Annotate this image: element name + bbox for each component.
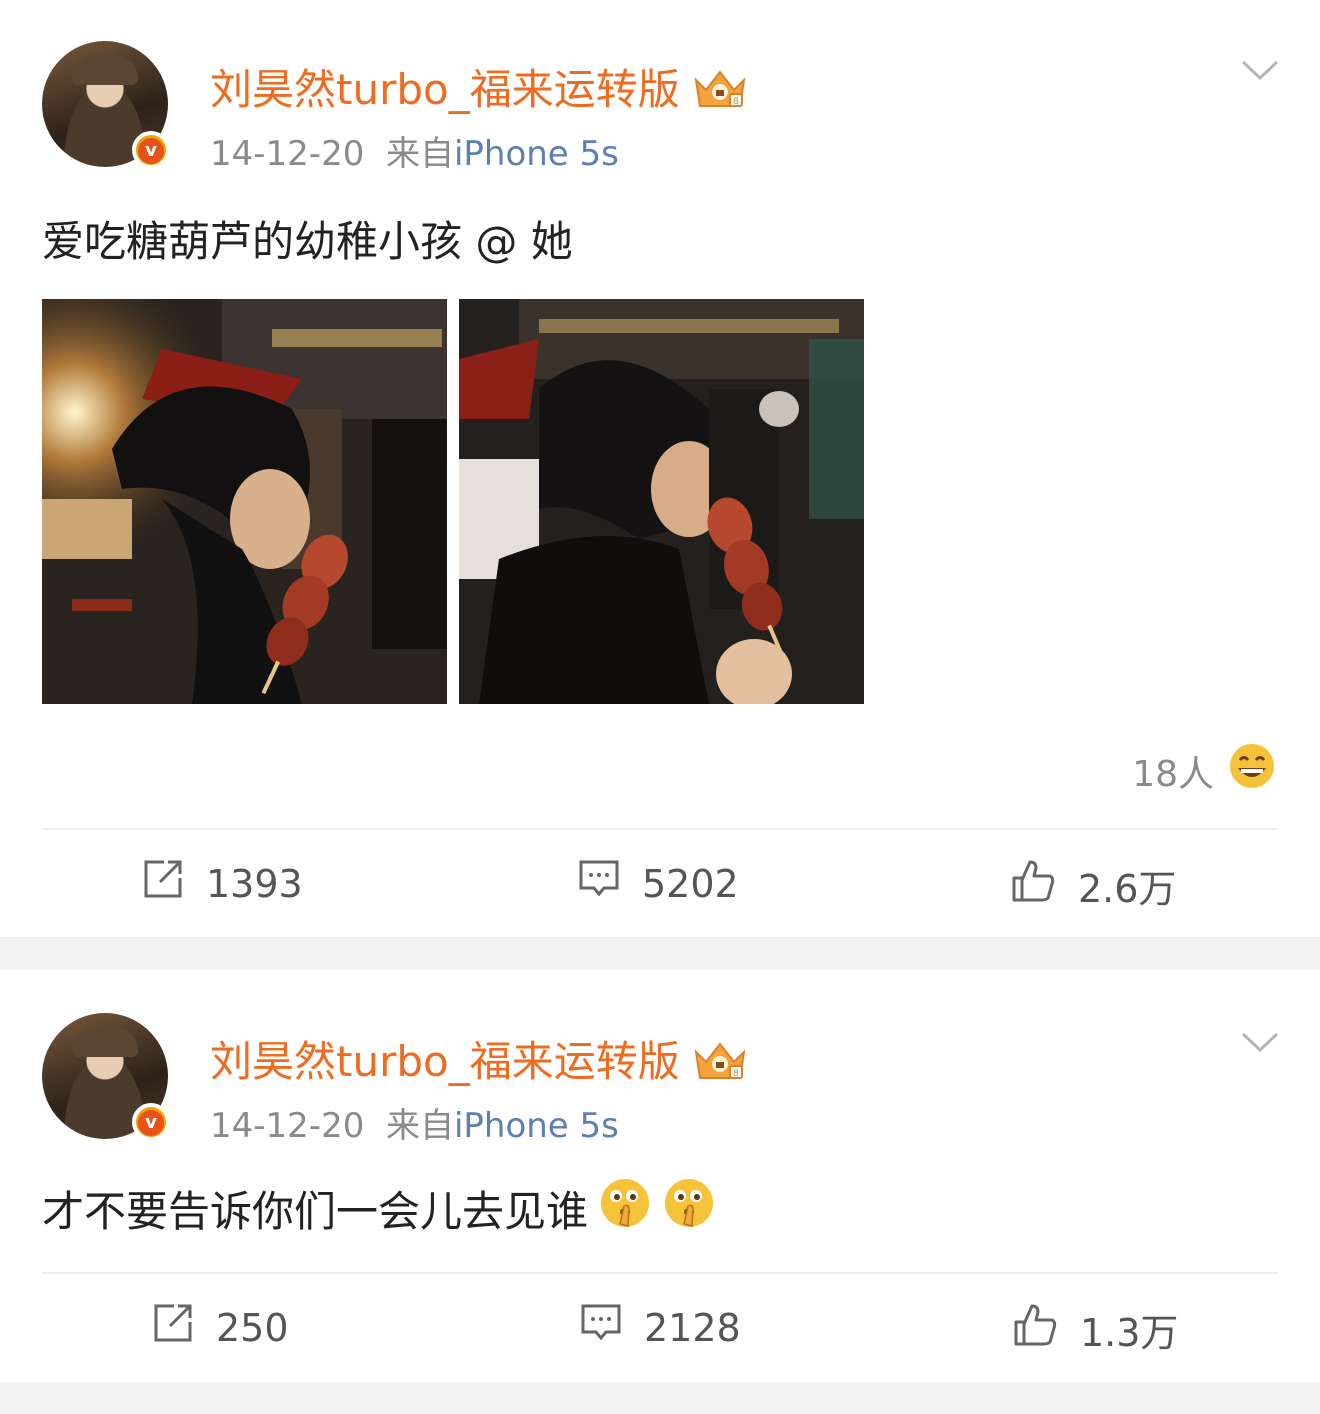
- thumbs-up-icon: [1010, 858, 1056, 913]
- post-separator: [0, 937, 1320, 970]
- post-text: 爱吃糖葫芦的幼稚小孩 @ 她: [42, 217, 573, 266]
- divider: [42, 1272, 1278, 1274]
- like-button[interactable]: 1.3万: [1012, 1302, 1178, 1357]
- svg-text:8: 8: [733, 97, 739, 107]
- comment-icon: [578, 858, 620, 909]
- from-label: 来自: [385, 134, 454, 174]
- like-count: 2.6万: [1078, 867, 1177, 911]
- grinning-emoji-icon: [1228, 742, 1276, 799]
- repost-button[interactable]: 250: [152, 1302, 289, 1353]
- crown-badge-icon: 8: [690, 66, 750, 120]
- svg-text:8: 8: [733, 1069, 739, 1079]
- like-button[interactable]: 2.6万: [1010, 858, 1176, 913]
- post-photo[interactable]: [42, 299, 447, 704]
- shushing-face-icon: [662, 1176, 716, 1240]
- reaction-count: 18人: [1132, 753, 1214, 795]
- chevron-down-icon[interactable]: [1240, 58, 1280, 82]
- verified-badge-icon: v: [132, 1103, 170, 1141]
- post-meta: 14-12-20 来自iPhone 5s: [210, 1098, 619, 1147]
- thumbs-up-icon: [1012, 1302, 1058, 1357]
- weibo-post: v 刘昊然turbo_福来运转版 8 14-12-20 来自iPhone 5s …: [0, 970, 1320, 1382]
- repost-icon: [142, 858, 184, 909]
- divider: [42, 828, 1278, 830]
- shushing-face-icon: [598, 1176, 652, 1240]
- comment-icon: [580, 1302, 622, 1353]
- post-separator: [0, 1382, 1320, 1414]
- post-meta: 14-12-20 来自iPhone 5s: [210, 126, 619, 175]
- weibo-post: v 刘昊然turbo_福来运转版 8 14-12-20 来自iPhone 5s …: [0, 0, 1320, 937]
- post-text-row: 才不要告诉你们一会儿去见谁: [42, 1176, 716, 1240]
- verified-badge-icon: v: [132, 131, 170, 169]
- repost-button[interactable]: 1393: [142, 858, 303, 909]
- post-text: 才不要告诉你们一会儿去见谁: [42, 1186, 589, 1236]
- comment-button[interactable]: 2128: [580, 1302, 741, 1353]
- reactions-summary[interactable]: 18人: [1132, 742, 1276, 799]
- chevron-down-icon[interactable]: [1240, 1030, 1280, 1054]
- post-source[interactable]: iPhone 5s: [454, 134, 619, 174]
- post-date: 14-12-20: [210, 134, 365, 174]
- repost-count: 1393: [206, 861, 303, 906]
- repost-icon: [152, 1302, 194, 1353]
- crown-badge-icon: 8: [690, 1038, 750, 1092]
- username-text: 刘昊然turbo_福来运转版: [210, 1037, 680, 1086]
- post-photo[interactable]: [459, 299, 864, 704]
- repost-count: 250: [216, 1305, 289, 1350]
- avatar[interactable]: v: [42, 1013, 170, 1141]
- username[interactable]: 刘昊然turbo_福来运转版 8: [210, 1028, 750, 1092]
- like-count: 1.3万: [1080, 1311, 1179, 1355]
- comment-button[interactable]: 5202: [578, 858, 739, 909]
- username[interactable]: 刘昊然turbo_福来运转版 8: [210, 56, 750, 120]
- post-source[interactable]: iPhone 5s: [454, 1106, 619, 1146]
- from-label: 来自: [385, 1106, 454, 1146]
- avatar[interactable]: v: [42, 41, 170, 169]
- comment-count: 2128: [644, 1305, 741, 1350]
- username-text: 刘昊然turbo_福来运转版: [210, 65, 680, 114]
- comment-count: 5202: [642, 861, 739, 906]
- post-date: 14-12-20: [210, 1106, 365, 1146]
